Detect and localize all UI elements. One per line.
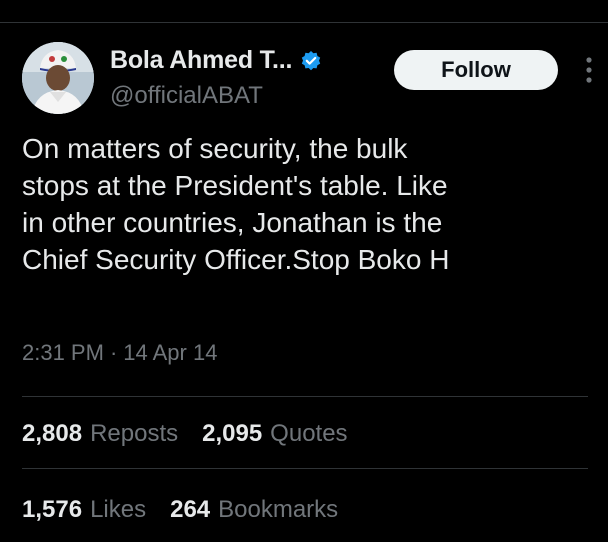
bookmarks-stat[interactable]: 264 Bookmarks — [170, 496, 338, 524]
tweet-time: 2:31 PM — [22, 340, 104, 365]
name-row: Bola Ahmed T... — [110, 46, 322, 75]
verified-badge-icon — [300, 50, 322, 72]
tweet-text: On matters of security, the bulk stops a… — [22, 133, 450, 275]
reposts-label: Reposts — [90, 420, 179, 447]
stats-row-likes-bookmarks: 1,576 Likes 264 Bookmarks — [22, 496, 362, 524]
tweet-date: 14 Apr 14 — [123, 340, 218, 365]
quotes-label: Quotes — [270, 420, 348, 447]
reposts-count: 2,808 — [22, 420, 83, 447]
likes-stat[interactable]: 1,576 Likes — [22, 496, 146, 524]
quotes-count: 2,095 — [202, 420, 263, 447]
likes-count: 1,576 — [22, 496, 83, 523]
author-handle[interactable]: @officialABAT — [110, 82, 263, 110]
quotes-stat[interactable]: 2,095 Quotes — [202, 420, 347, 448]
divider — [22, 396, 588, 397]
bookmarks-label: Bookmarks — [218, 496, 339, 523]
tweet-timestamp[interactable]: 2:31 PM · 14 Apr 14 — [22, 340, 217, 366]
author-display-name[interactable]: Bola Ahmed T... — [110, 46, 292, 75]
tweet-header: Bola Ahmed T... @officialABAT Follow — [22, 40, 608, 116]
reposts-stat[interactable]: 2,808 Reposts — [22, 420, 178, 448]
bookmarks-count: 264 — [170, 496, 211, 523]
avatar[interactable] — [22, 42, 94, 114]
follow-button[interactable]: Follow — [394, 50, 558, 90]
top-divider — [0, 22, 608, 23]
divider — [22, 468, 588, 469]
more-vertical-icon[interactable] — [584, 56, 594, 84]
likes-label: Likes — [90, 496, 147, 523]
timestamp-separator: · — [109, 340, 118, 365]
stats-row-reposts-quotes: 2,808 Reposts 2,095 Quotes — [22, 420, 372, 448]
